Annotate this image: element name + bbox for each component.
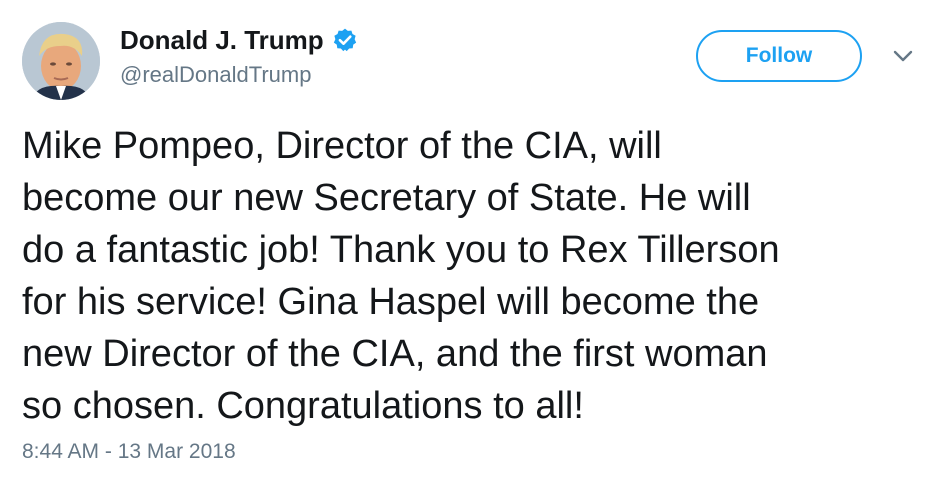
chevron-down-icon[interactable]	[890, 46, 916, 66]
author-name-row: Donald J. Trump	[120, 22, 358, 58]
avatar-image	[22, 22, 100, 100]
verified-badge-icon	[332, 27, 358, 53]
tweet-text-line: for his service! Gina Haspel will become…	[22, 281, 760, 323]
follow-button[interactable]: Follow	[696, 30, 862, 82]
avatar[interactable]	[22, 22, 100, 100]
tweet-text-line: become our new Secretary of State. He wi…	[22, 177, 751, 219]
tweet-text: Mike Pompeo, Director of the CIA, will b…	[22, 120, 922, 432]
tweet-timestamp[interactable]: 8:44 AM - 13 Mar 2018	[22, 440, 236, 464]
display-name[interactable]: Donald J. Trump	[120, 25, 324, 56]
tweet-card: Donald J. Trump @realDonaldTrump Follow …	[0, 0, 950, 482]
tweet-text-line: so chosen. Congratulations to all!	[22, 385, 584, 427]
tweet-text-line: do a fantastic job! Thank you to Rex Til…	[22, 229, 780, 271]
tweet-text-line: new Director of the CIA, and the first w…	[22, 333, 768, 375]
tweet-text-line: Mike Pompeo, Director of the CIA, will	[22, 125, 662, 167]
author-handle[interactable]: @realDonaldTrump	[120, 62, 311, 88]
